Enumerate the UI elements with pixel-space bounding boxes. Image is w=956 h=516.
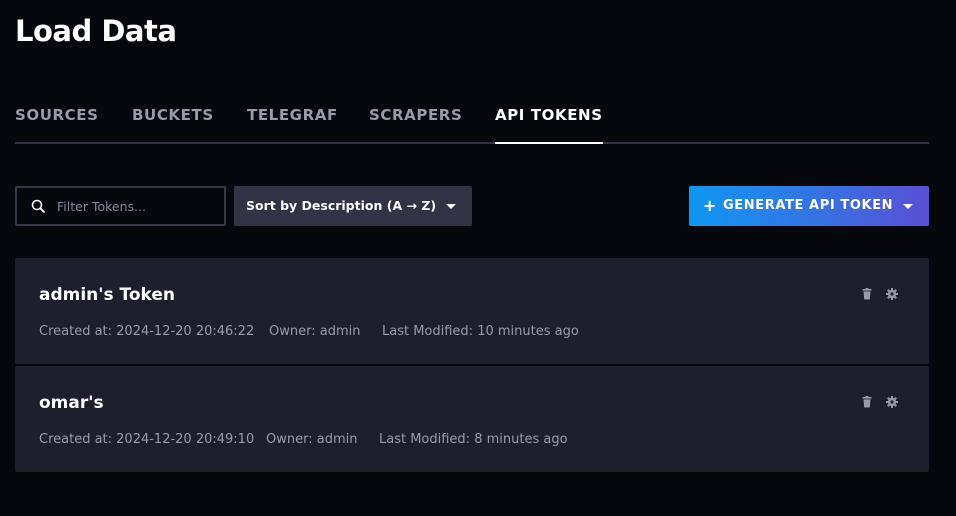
tab-telegraf[interactable]: TELEGRAF <box>247 106 338 144</box>
search-icon <box>31 199 45 213</box>
trash-icon[interactable] <box>861 396 873 408</box>
page-title: Load Data <box>15 14 177 48</box>
gear-icon[interactable] <box>886 288 898 300</box>
filter-tokens-field[interactable] <box>15 186 226 226</box>
token-name[interactable]: omar's <box>39 393 104 413</box>
sort-dropdown-label: Sort by Description (A → Z) <box>246 198 437 213</box>
chevron-down-icon[interactable] <box>903 204 913 209</box>
sort-dropdown[interactable]: Sort by Description (A → Z) <box>234 186 472 226</box>
chevron-down-icon <box>446 204 456 209</box>
load-data-page: Load Data SOURCES BUCKETS TELEGRAF SCRAP… <box>0 0 956 516</box>
token-last-modified: Last Modified: 10 minutes ago <box>382 324 579 339</box>
plus-icon: + <box>703 196 717 215</box>
token-card: omar's Created at: 2024-12-20 20:49:10 O… <box>15 366 929 472</box>
filter-tokens-input[interactable] <box>57 188 217 224</box>
tab-sources[interactable]: SOURCES <box>15 106 99 144</box>
tab-bar: SOURCES BUCKETS TELEGRAF SCRAPERS API TO… <box>15 106 929 144</box>
generate-api-token-button[interactable]: + GENERATE API TOKEN <box>689 186 929 226</box>
generate-api-token-label: GENERATE API TOKEN <box>723 198 894 213</box>
token-owner: Owner: admin <box>269 324 361 339</box>
token-name[interactable]: admin's Token <box>39 285 175 305</box>
trash-icon[interactable] <box>861 288 873 300</box>
token-created-at: Created at: 2024-12-20 20:49:10 <box>39 432 255 447</box>
tab-scrapers[interactable]: SCRAPERS <box>369 106 462 144</box>
tab-buckets[interactable]: BUCKETS <box>132 106 214 144</box>
token-last-modified: Last Modified: 8 minutes ago <box>379 432 568 447</box>
tab-api-tokens[interactable]: API TOKENS <box>495 106 603 144</box>
token-owner: Owner: admin <box>266 432 358 447</box>
token-created-at: Created at: 2024-12-20 20:46:22 <box>39 324 255 339</box>
gear-icon[interactable] <box>886 396 898 408</box>
token-card: admin's Token Created at: 2024-12-20 20:… <box>15 258 929 364</box>
